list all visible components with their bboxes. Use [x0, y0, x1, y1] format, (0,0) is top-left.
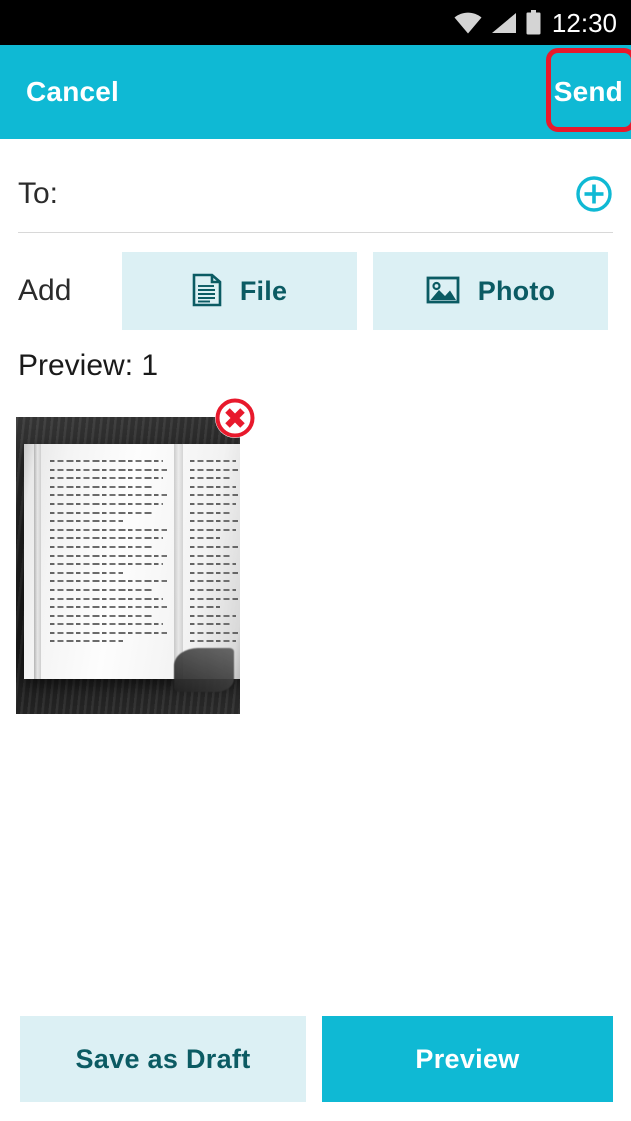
- add-file-button[interactable]: File: [122, 252, 357, 330]
- send-button-container: Send: [545, 48, 631, 132]
- notebook-handwriting-left: [50, 460, 168, 643]
- recipient-input[interactable]: [78, 173, 558, 211]
- attachments-label: Add: [18, 274, 72, 307]
- attachment-thumbnail-container: [16, 398, 255, 714]
- signal-icon: [491, 12, 517, 34]
- preview-button[interactable]: Preview: [322, 1016, 613, 1102]
- plus-circle-icon: [575, 176, 613, 216]
- save-as-draft-button[interactable]: Save as Draft: [20, 1016, 306, 1102]
- add-file-label: File: [239, 275, 288, 306]
- battery-icon: [526, 10, 541, 35]
- remove-attachment-button[interactable]: [212, 395, 258, 441]
- app-bar: Cancel Send: [0, 45, 631, 139]
- add-photo-label: Photo: [477, 275, 556, 306]
- preview-count-label: Preview: 1: [18, 349, 159, 382]
- notebook-page-edge: [34, 444, 41, 679]
- bottom-action-bar: Save as Draft Preview: [0, 1016, 631, 1102]
- notebook-handwriting-right: [190, 460, 238, 643]
- recipient-divider: [18, 232, 613, 233]
- close-circle-icon: [212, 398, 258, 444]
- wifi-icon: [454, 12, 482, 34]
- recipient-label: To:: [18, 177, 59, 210]
- cancel-button[interactable]: Cancel: [20, 72, 125, 112]
- status-icons: [454, 10, 541, 35]
- thumbnail-notebook: [24, 444, 240, 679]
- add-photo-button[interactable]: Photo: [373, 252, 608, 330]
- status-time: 12:30: [551, 7, 617, 38]
- notebook-gutter: [174, 444, 183, 679]
- thumbnail-pen: [174, 648, 234, 692]
- attachments-row: Add File Photo: [0, 252, 631, 330]
- add-recipient-button[interactable]: [575, 175, 613, 213]
- send-button[interactable]: Send: [554, 76, 623, 108]
- image-icon: [426, 275, 460, 308]
- attachment-thumbnail[interactable]: [16, 417, 240, 714]
- status-bar: 12:30: [0, 0, 631, 45]
- recipient-row: To:: [0, 139, 631, 233]
- document-icon: [192, 273, 222, 310]
